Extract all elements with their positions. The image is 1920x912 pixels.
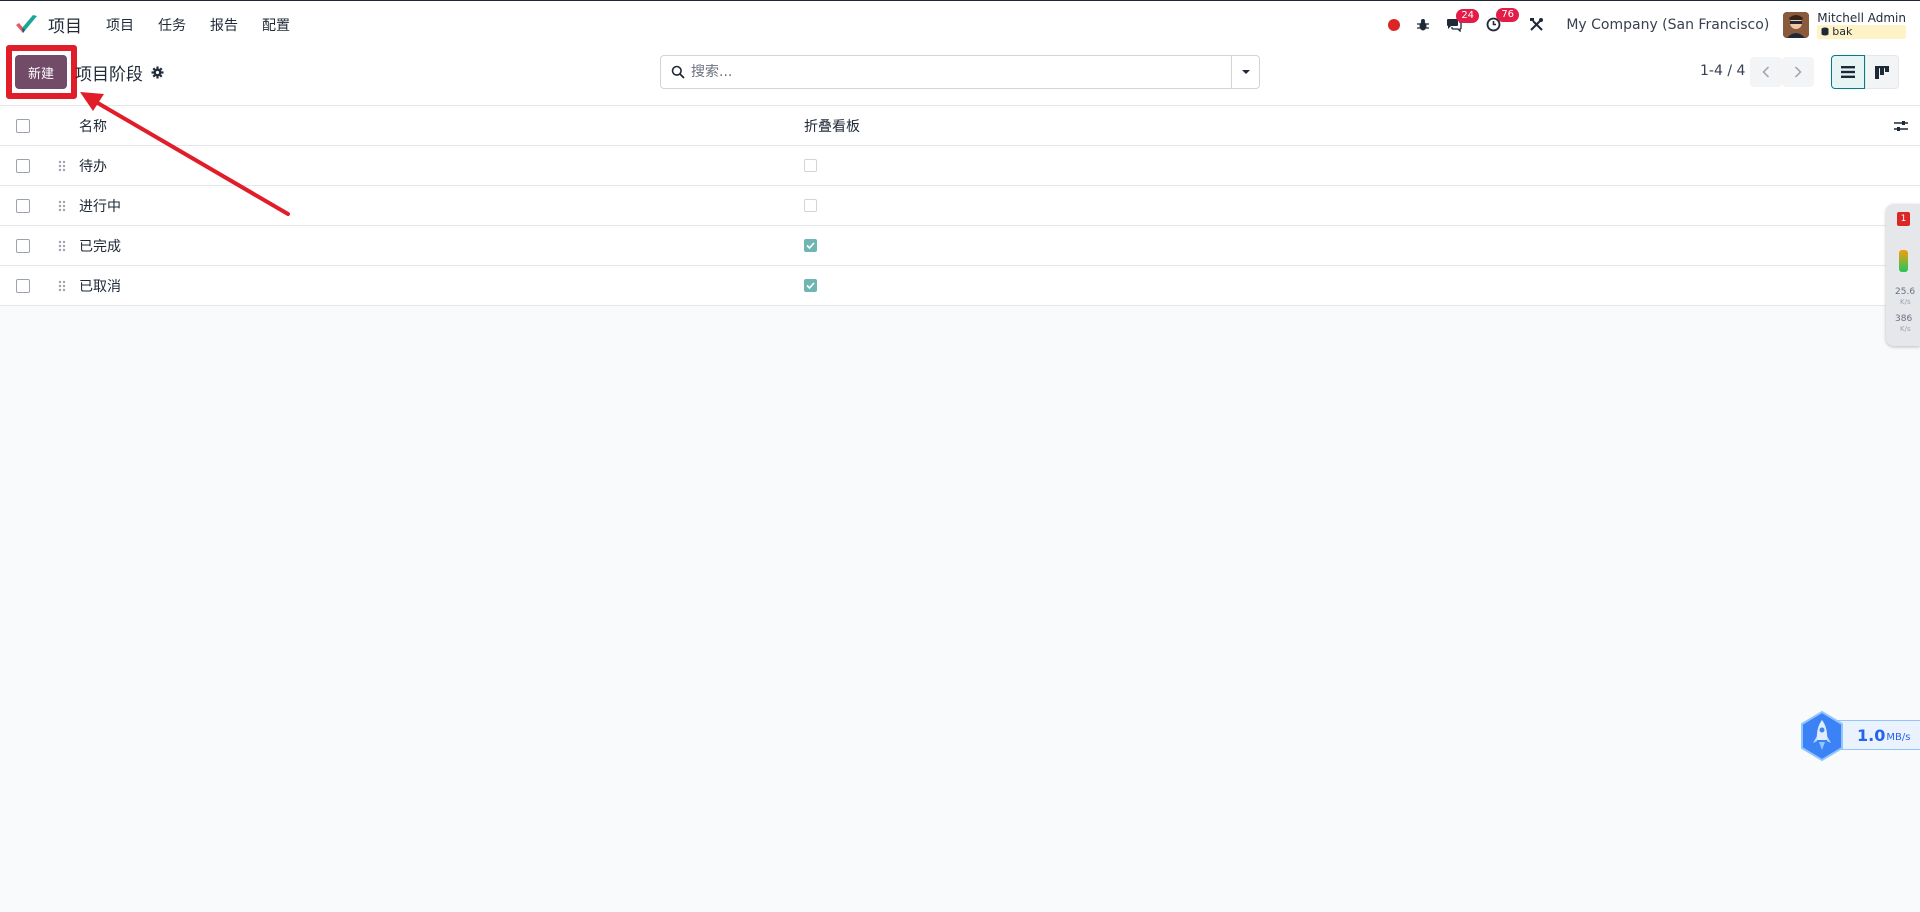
search-bar (660, 55, 1260, 89)
chevron-right-icon (1794, 66, 1802, 78)
stage-name[interactable]: 已取消 (79, 276, 121, 296)
column-header-name[interactable]: 名称 (79, 116, 107, 136)
project-app-icon[interactable] (14, 12, 40, 38)
record-icon[interactable] (1388, 18, 1401, 31)
optional-columns-icon[interactable] (1894, 120, 1908, 132)
table-row[interactable]: 已取消 (0, 266, 1920, 306)
stage-name[interactable]: 待办 (79, 156, 107, 176)
speed-value: 1.0 (1857, 725, 1886, 745)
drag-handle-icon[interactable] (58, 240, 66, 252)
bug-icon[interactable] (1416, 18, 1430, 32)
activities-badge: 76 (1496, 8, 1520, 22)
upload-unit: K/s (1900, 298, 1911, 306)
column-header-fold[interactable]: 折叠看板 (804, 116, 860, 136)
drag-handle-icon[interactable] (58, 280, 66, 292)
row-checkbox[interactable] (16, 198, 30, 213)
user-avatar[interactable] (1783, 11, 1810, 38)
search-options-toggle[interactable] (1231, 56, 1259, 88)
user-menu[interactable]: Mitchell Admin bak (1783, 11, 1906, 39)
row-checkbox[interactable] (16, 158, 30, 173)
pager-next-button[interactable] (1782, 57, 1814, 87)
kanban-view-icon (1875, 65, 1889, 79)
select-all-checkbox[interactable] (16, 118, 30, 133)
table-row[interactable]: 待办 (0, 146, 1920, 186)
list-view-icon (1841, 66, 1855, 78)
chevron-left-icon (1762, 66, 1770, 78)
upload-speed: 25.6 (1895, 287, 1916, 297)
search-input[interactable] (691, 64, 1231, 80)
stage-name[interactable]: 进行中 (79, 196, 121, 216)
menu-tasks[interactable]: 任务 (158, 15, 186, 35)
speed-unit: MB/s (1886, 731, 1911, 743)
list-header: 名称 折叠看板 (0, 106, 1920, 146)
rocket-icon[interactable] (1796, 710, 1848, 762)
check-icon (806, 242, 815, 249)
row-checkbox[interactable] (16, 278, 30, 293)
view-switcher (1831, 55, 1899, 89)
database-icon (1821, 27, 1829, 36)
network-monitor-widget[interactable]: 1 25.6 K/s 386 K/s (1886, 204, 1920, 346)
pager-previous-button[interactable] (1750, 57, 1782, 87)
messages-badge: 24 (1456, 8, 1480, 23)
navbar-systray: 24 76 My Company (San Francisco) Mitchel… (1372, 1, 1906, 48)
search-icon (671, 65, 685, 79)
check-icon (806, 282, 815, 289)
menu-configuration[interactable]: 配置 (262, 15, 290, 35)
database-tag: bak (1817, 24, 1906, 39)
fold-checkbox (804, 159, 817, 172)
fold-checkbox-checked (804, 279, 817, 292)
caret-down-icon (1241, 70, 1250, 74)
stages-list: 名称 折叠看板 待办 进行中 已完成 已取消 (0, 106, 1920, 306)
page-title: 项目阶段 (75, 65, 143, 85)
app-name[interactable]: 项目 (48, 12, 82, 37)
row-checkbox[interactable] (16, 238, 30, 253)
download-speed: 386 (1895, 314, 1913, 324)
table-row[interactable]: 进行中 (0, 186, 1920, 226)
fold-checkbox-checked (804, 239, 817, 252)
drag-handle-icon[interactable] (58, 200, 66, 212)
download-unit: K/s (1900, 325, 1911, 333)
drag-handle-icon[interactable] (58, 160, 66, 172)
new-button[interactable]: 新建 (15, 55, 67, 89)
main-menu: 项目 任务 报告 配置 (106, 15, 314, 35)
breadcrumb: 项目阶段 (75, 60, 164, 85)
speed-boost-widget[interactable]: 1.0 MB/s (1796, 710, 1920, 762)
top-navbar: 项目 项目 任务 报告 配置 24 76 My Company (San Fra… (0, 0, 1920, 48)
pager-value[interactable]: 1-4 / 4 (1700, 63, 1745, 79)
list-view-button[interactable] (1831, 55, 1865, 89)
stage-name[interactable]: 已完成 (79, 236, 121, 256)
battery-icon (1899, 250, 1908, 272)
menu-projects[interactable]: 项目 (106, 15, 134, 35)
menu-reporting[interactable]: 报告 (210, 15, 238, 35)
shield-alert-icon[interactable]: 1 (1897, 212, 1910, 226)
kanban-view-button[interactable] (1865, 55, 1899, 89)
company-switcher[interactable]: My Company (San Francisco) (1566, 17, 1769, 33)
user-name: Mitchell Admin (1817, 10, 1906, 25)
fold-checkbox (804, 199, 817, 212)
gear-icon[interactable] (151, 66, 164, 79)
messages-icon[interactable]: 24 (1446, 8, 1480, 32)
table-row[interactable]: 已完成 (0, 226, 1920, 266)
database-name: bak (1832, 24, 1853, 38)
activities-clock-icon[interactable]: 76 (1486, 8, 1520, 32)
tools-icon[interactable] (1529, 17, 1544, 32)
